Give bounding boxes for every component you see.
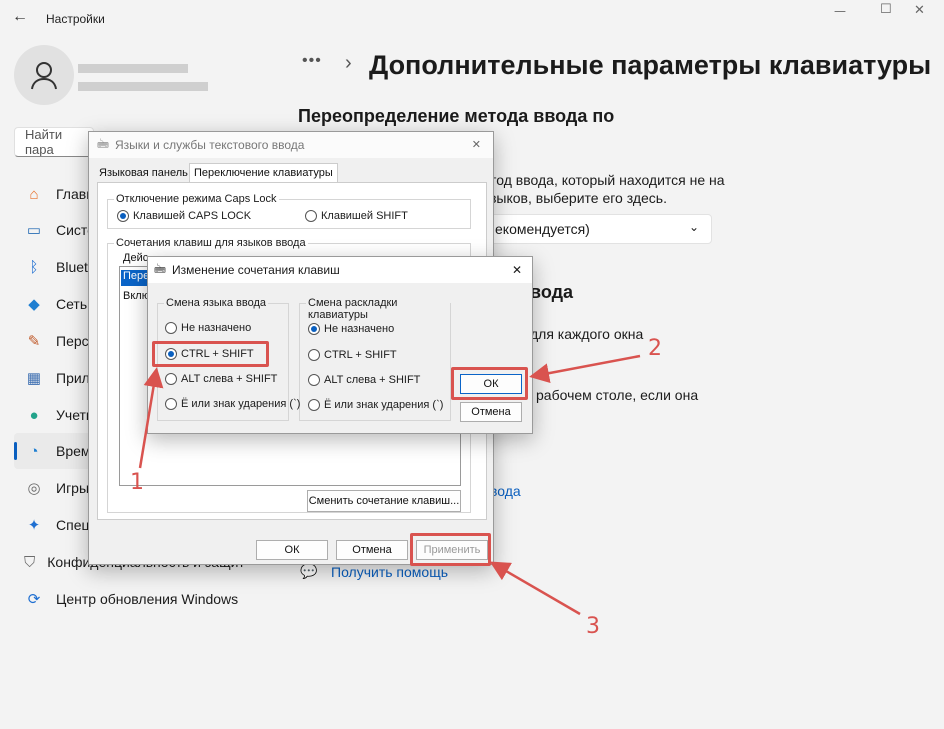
- annotation-number-2: 2: [648, 336, 662, 361]
- annotation-number-3: 3: [586, 614, 600, 639]
- arrow-3: [489, 561, 581, 616]
- arrow-2: [529, 354, 641, 384]
- annotation-number-1: 1: [130, 470, 144, 495]
- arrow-1: [138, 367, 164, 469]
- annotation-arrows: [138, 354, 641, 616]
